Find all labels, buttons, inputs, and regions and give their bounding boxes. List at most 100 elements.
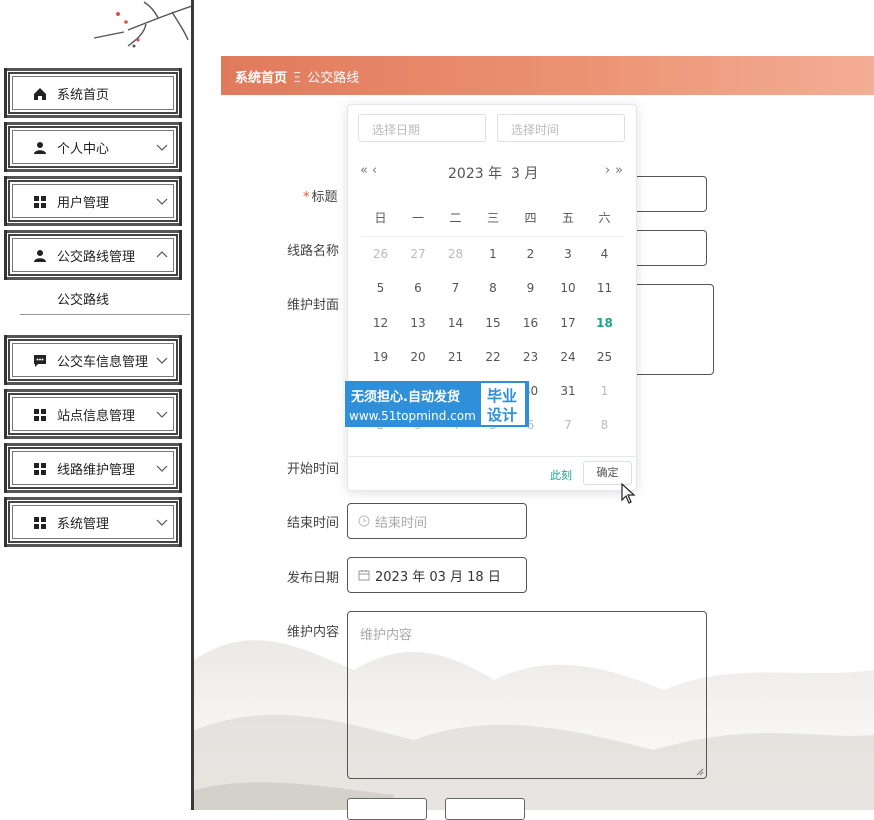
sidebar-item-label: 线路维护管理 bbox=[57, 463, 136, 478]
submit-button[interactable] bbox=[347, 798, 427, 820]
day-cell[interactable]: 2 bbox=[512, 247, 549, 261]
frame-left bbox=[4, 176, 7, 226]
confirm-button[interactable]: 确定 bbox=[583, 461, 632, 485]
weekday-3: 三 bbox=[486, 211, 499, 225]
weekday-header: 日一二三四五六 bbox=[362, 209, 624, 225]
sidebar-item-label: 站点信息管理 bbox=[57, 409, 136, 424]
day-cell[interactable]: 8 bbox=[475, 281, 512, 295]
content-textarea[interactable]: 维护内容 bbox=[347, 611, 707, 779]
frame-bottom bbox=[4, 382, 182, 385]
message-icon bbox=[34, 355, 46, 367]
day-cell[interactable]: 27 bbox=[400, 247, 437, 261]
frame-left bbox=[4, 389, 7, 439]
day-cell[interactable]: 4 bbox=[586, 247, 623, 261]
day-cell[interactable]: 12 bbox=[362, 316, 399, 330]
day-cell[interactable]: 19 bbox=[362, 350, 399, 364]
day-cell[interactable]: 31 bbox=[550, 384, 587, 398]
prev-month-button[interactable]: ‹ bbox=[372, 163, 377, 178]
day-cell[interactable]: 1 bbox=[586, 384, 623, 398]
prev-year-button[interactable]: « bbox=[360, 163, 368, 178]
day-cell[interactable]: 9 bbox=[512, 281, 549, 295]
picker-month[interactable]: 3 月 bbox=[511, 166, 538, 182]
day-cell[interactable]: 15 bbox=[475, 316, 512, 330]
day-cell[interactable]: 5 bbox=[362, 281, 399, 295]
frame-top bbox=[4, 68, 182, 71]
publish-date-label: 发布日期 bbox=[287, 571, 340, 586]
sidebar-item-label: 公交车信息管理 bbox=[57, 355, 149, 370]
day-cell[interactable]: 22 bbox=[475, 350, 512, 364]
picker-footer-divider bbox=[348, 456, 636, 457]
frame-bottom bbox=[4, 277, 182, 280]
weekday-1: 一 bbox=[411, 211, 424, 225]
day-cell[interactable]: 14 bbox=[437, 316, 474, 330]
frame-left bbox=[4, 68, 7, 118]
day-cell[interactable]: 28 bbox=[437, 247, 474, 261]
now-button[interactable]: 此刻 bbox=[550, 467, 572, 483]
breadcrumb-bar: 系统首页 Ξ 公交路线 bbox=[221, 56, 874, 95]
frame-right bbox=[179, 497, 182, 547]
sidebar-item-label: 系统管理 bbox=[57, 517, 110, 532]
content-label: 维护内容 bbox=[287, 625, 340, 640]
day-cell[interactable]: 26 bbox=[362, 247, 399, 261]
sidebar-item-5[interactable]: 站点信息管理 bbox=[4, 389, 182, 439]
sidebar-item-0[interactable]: 系统首页 bbox=[4, 68, 182, 118]
day-cell[interactable]: 7 bbox=[437, 281, 474, 295]
day-cell[interactable]: 11 bbox=[586, 281, 623, 295]
frame-left bbox=[4, 230, 7, 280]
watermark-badge-line1: 毕业 bbox=[487, 387, 518, 405]
frame-left bbox=[4, 122, 7, 172]
title-input[interactable] bbox=[633, 176, 707, 212]
time-input[interactable]: 选择时间 bbox=[497, 114, 625, 142]
cover-label: 维护封面 bbox=[287, 298, 340, 313]
day-cell[interactable]: 18 bbox=[586, 316, 623, 330]
chevron-down-icon bbox=[156, 144, 168, 151]
chevron-down-icon bbox=[156, 411, 168, 418]
day-cell[interactable]: 16 bbox=[512, 316, 549, 330]
end-time-placeholder: 结束时间 bbox=[375, 516, 428, 531]
day-cell[interactable]: 20 bbox=[400, 350, 437, 364]
end-time-input[interactable]: 结束时间 bbox=[347, 503, 527, 539]
user-icon bbox=[34, 142, 46, 154]
cover-upload[interactable] bbox=[633, 284, 714, 375]
day-cell[interactable]: 3 bbox=[550, 247, 587, 261]
frame-right bbox=[179, 122, 182, 172]
sidebar-item-4[interactable]: 公交车信息管理 bbox=[4, 335, 182, 385]
frame-bottom bbox=[4, 223, 182, 226]
next-month-button[interactable]: › bbox=[605, 163, 610, 178]
day-cell[interactable]: 7 bbox=[550, 418, 587, 432]
publish-date-input[interactable]: 2023 年 03 月 18 日 bbox=[347, 557, 527, 593]
next-year-button[interactable]: » bbox=[615, 163, 623, 178]
sidebar-item-label: 个人中心 bbox=[57, 142, 110, 157]
sidebar-item-3[interactable]: 公交路线管理 bbox=[4, 230, 182, 280]
sidebar-item-2[interactable]: 用户管理 bbox=[4, 176, 182, 226]
cancel-button[interactable] bbox=[445, 798, 525, 820]
day-cell[interactable]: 8 bbox=[586, 418, 623, 432]
submenu-divider bbox=[20, 314, 190, 315]
breadcrumb-home[interactable]: 系统首页 bbox=[235, 71, 287, 86]
day-cell[interactable]: 25 bbox=[586, 350, 623, 364]
date-input[interactable]: 选择日期 bbox=[358, 114, 486, 142]
chevron-down-icon bbox=[156, 519, 168, 526]
breadcrumb-current: 公交路线 bbox=[307, 71, 360, 86]
frame-top bbox=[4, 230, 182, 233]
route-name-input[interactable] bbox=[633, 230, 707, 266]
day-cell[interactable]: 6 bbox=[400, 281, 437, 295]
frame-right bbox=[179, 443, 182, 493]
picker-year[interactable]: 2023 年 bbox=[448, 166, 502, 182]
watermark-line1: 无须担心.自动发货 bbox=[351, 390, 460, 405]
sidebar-item-1[interactable]: 个人中心 bbox=[4, 122, 182, 172]
grid-icon bbox=[34, 463, 46, 475]
sidebar-subitem-bus-route[interactable]: 公交路线 bbox=[57, 289, 109, 308]
sidebar-item-6[interactable]: 线路维护管理 bbox=[4, 443, 182, 493]
day-cell[interactable]: 23 bbox=[512, 350, 549, 364]
day-cell[interactable]: 17 bbox=[550, 316, 587, 330]
day-cell[interactable]: 13 bbox=[400, 316, 437, 330]
day-cell[interactable]: 24 bbox=[550, 350, 587, 364]
day-cell[interactable]: 10 bbox=[550, 281, 587, 295]
frame-bottom bbox=[4, 490, 182, 493]
day-cell[interactable]: 1 bbox=[475, 247, 512, 261]
watermark-badge-line2: 设计 bbox=[487, 406, 518, 424]
day-cell[interactable]: 21 bbox=[437, 350, 474, 364]
resize-handle-icon[interactable] bbox=[696, 768, 704, 776]
sidebar-item-7[interactable]: 系统管理 bbox=[4, 497, 182, 547]
